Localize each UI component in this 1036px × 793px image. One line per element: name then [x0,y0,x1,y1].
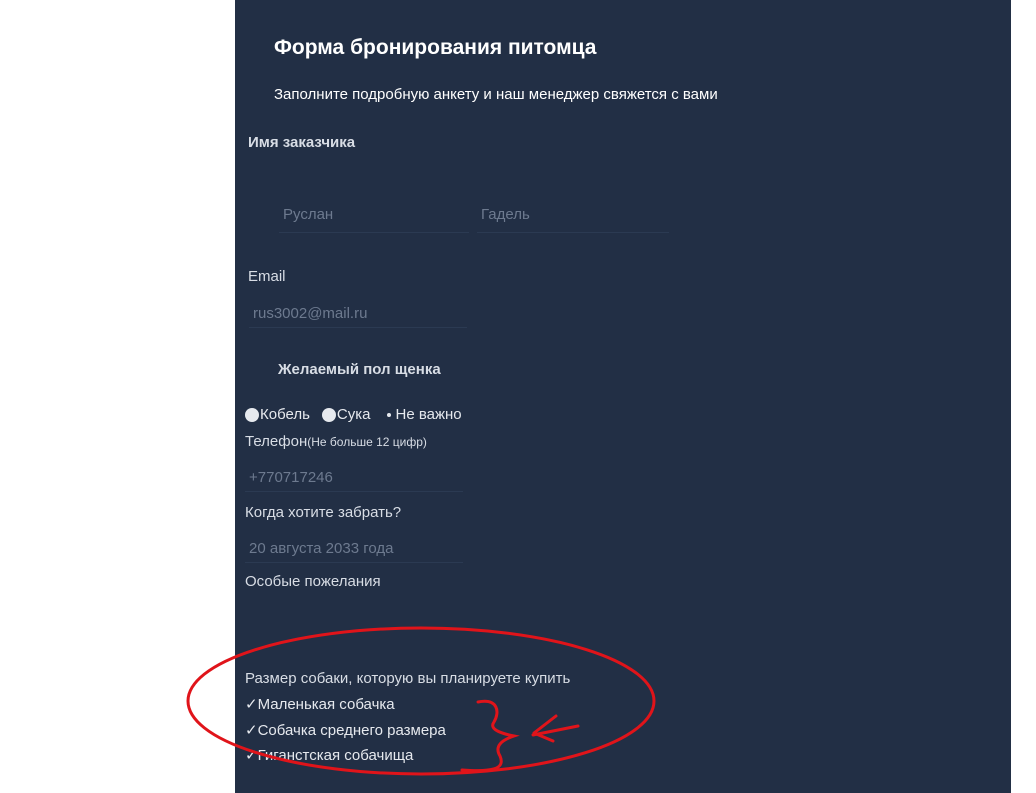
size-option-giant[interactable]: ✓Гиганстская собачища [245,746,413,764]
puppy-sex-label: Желаемый пол щенка [278,361,441,378]
checkmark-icon: ✓ [245,747,258,764]
form-subtitle: Заполните подробную анкету и наш менедже… [274,86,718,103]
size-option-label: Маленькая собачка [257,696,395,713]
radio-option-female[interactable]: Сука [321,406,371,423]
form-title: Форма бронирования питомца [274,36,597,59]
customer-name-label: Имя заказчика [248,134,356,151]
special-wishes-textarea[interactable] [245,598,633,654]
puppy-sex-radio-group: Кобель Сука Не важно [245,406,474,423]
radio-label-female: Сука [336,406,371,423]
checkmark-icon: ✓ [245,696,258,713]
first-name-input[interactable] [279,196,469,233]
radio-label-male: Кобель [260,406,310,423]
radio-selected-dot-icon[interactable] [386,412,391,417]
radio-circle-icon[interactable] [321,407,336,422]
radio-option-any[interactable]: Не важно [383,406,462,423]
size-option-label: Гиганстская собачища [257,747,414,764]
dog-size-label: Размер собаки, которую вы планируете куп… [245,670,571,687]
checkmark-icon: ✓ [245,722,258,739]
last-name-input[interactable] [477,196,669,233]
phone-note: (Не больше 12 цифр) [307,435,427,449]
special-wishes-label: Особые пожелания [245,573,381,590]
pickup-date-input[interactable] [245,534,463,563]
size-option-medium[interactable]: ✓Собачка среднего размера [245,721,446,739]
pickup-date-label: Когда хотите забрать? [245,504,402,521]
email-input[interactable] [249,299,467,328]
radio-circle-icon[interactable] [245,407,259,422]
radio-option-male[interactable]: Кобель [245,406,310,423]
size-option-label: Собачка среднего размера [257,722,446,739]
size-option-small[interactable]: ✓Маленькая собачка [245,695,395,713]
phone-label: Телефон [245,433,308,450]
page: Форма бронирования питомца Заполните под… [0,0,1036,793]
email-label: Email [248,268,286,285]
radio-label-any: Не важно [395,406,462,423]
phone-label-row: Телефон(Не больше 12 цифр) [245,433,427,450]
phone-input[interactable] [245,463,463,492]
